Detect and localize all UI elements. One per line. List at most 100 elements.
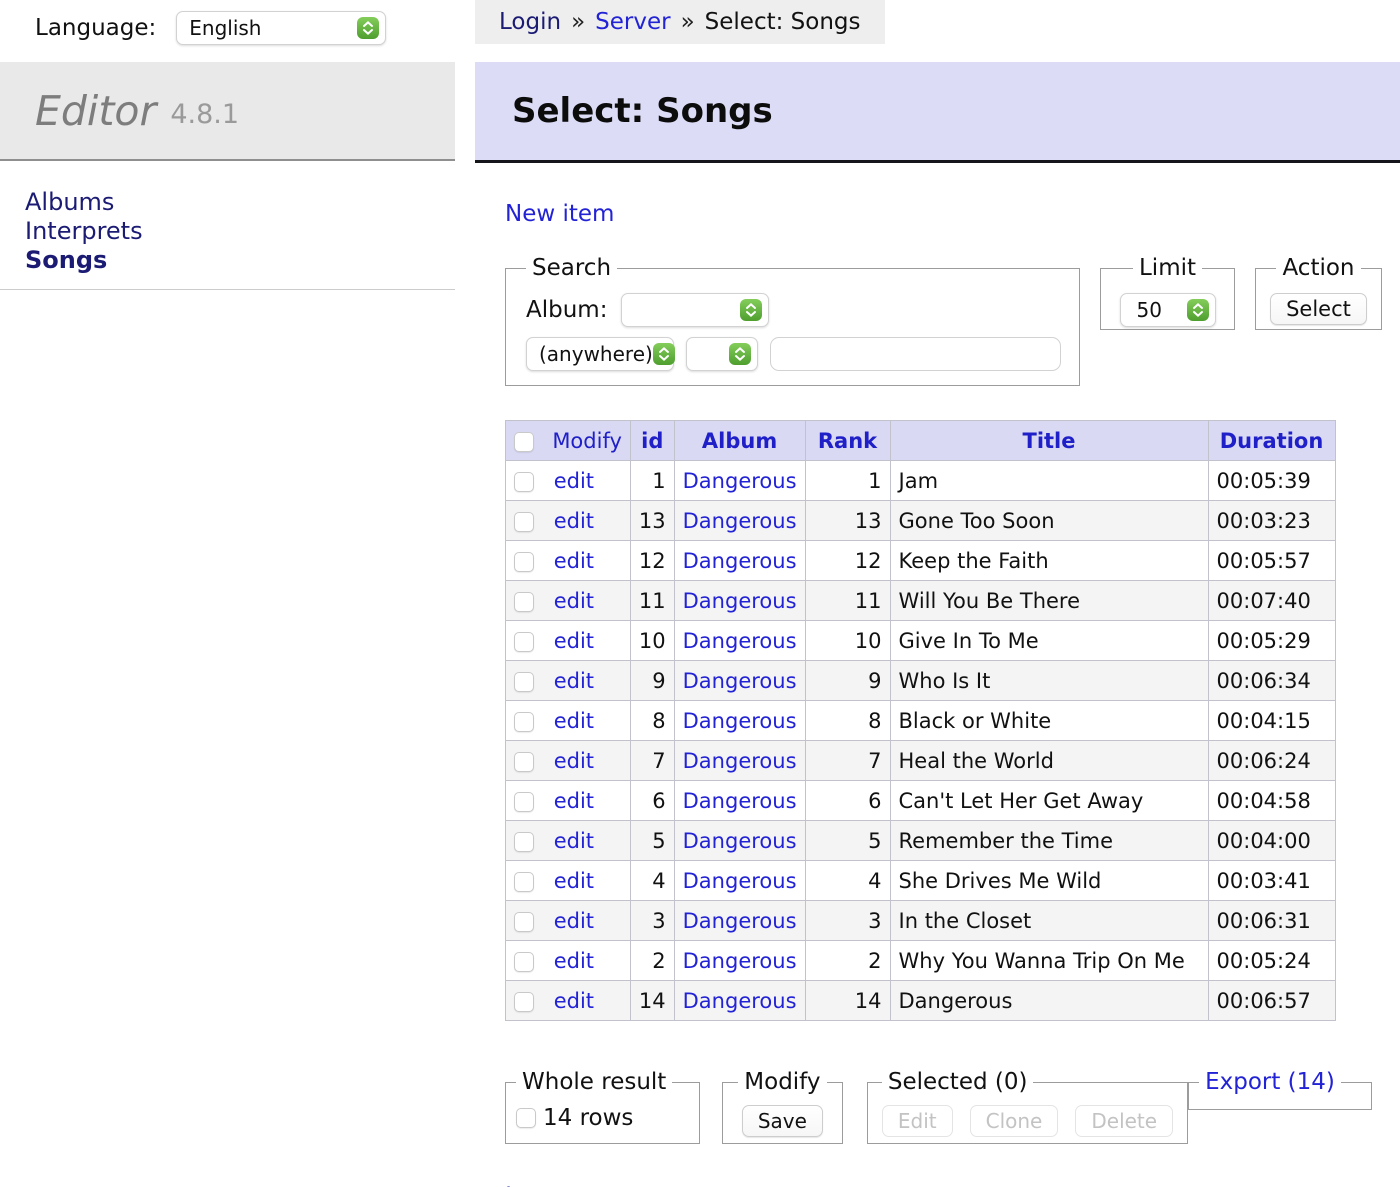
row-select-checkbox[interactable] [514,952,534,972]
duration-cell: 00:07:40 [1208,581,1335,621]
search-column-select[interactable]: (anywhere) [526,337,674,371]
modify-header-cell: Modify [506,421,631,461]
row-select-checkbox[interactable] [514,552,534,572]
select-all-checkbox[interactable] [514,432,534,452]
id-cell: 5 [630,821,674,861]
title-cell: Why You Wanna Trip On Me [890,941,1208,981]
selected-buttons: Edit Clone Delete [882,1105,1173,1137]
edit-link[interactable]: edit [554,829,594,853]
edit-link[interactable]: edit [554,949,594,973]
edit-link[interactable]: edit [554,509,594,533]
modify-header-link[interactable]: Modify [552,429,622,453]
clone-selected-button[interactable]: Clone [970,1105,1059,1137]
id-cell: 14 [630,981,674,1021]
row-select-checkbox[interactable] [514,752,534,772]
delete-selected-button[interactable]: Delete [1075,1105,1173,1137]
edit-link[interactable]: edit [554,989,594,1013]
sidebar-item-albums[interactable]: Albums [25,188,143,217]
breadcrumb-server-link[interactable]: Server [595,9,670,35]
row-select-checkbox[interactable] [514,592,534,612]
rank-cell: 3 [805,901,890,941]
album-link[interactable]: Dangerous [683,749,797,773]
album-column-link[interactable]: Album [702,429,777,453]
edit-link[interactable]: edit [554,749,594,773]
table-row: edit 1 Dangerous 1 Jam 00:05:39 [506,461,1336,501]
whole-result-row: 14 rows [516,1105,689,1131]
title-column-link[interactable]: Title [1023,429,1076,453]
album-filter-select[interactable] [621,293,769,327]
import-link[interactable]: Import [505,1182,585,1187]
row-select-checkbox[interactable] [514,992,534,1012]
edit-link[interactable]: edit [554,469,594,493]
duration-header-cell: Duration [1208,421,1335,461]
rank-header-cell: Rank [805,421,890,461]
row-select-checkbox[interactable] [514,872,534,892]
edit-selected-button[interactable]: Edit [882,1105,953,1137]
row-select-checkbox[interactable] [514,632,534,652]
id-column-link[interactable]: id [641,429,663,453]
row-select-checkbox[interactable] [514,672,534,692]
edit-link[interactable]: edit [554,909,594,933]
edit-link[interactable]: edit [554,589,594,613]
album-link[interactable]: Dangerous [683,509,797,533]
row-select-checkbox[interactable] [514,712,534,732]
app-name: Editor [35,87,156,135]
album-link[interactable]: Dangerous [683,669,797,693]
rank-column-link[interactable]: Rank [818,429,877,453]
search-value-input[interactable] [770,337,1061,371]
album-link[interactable]: Dangerous [683,829,797,853]
row-select-checkbox[interactable] [514,472,534,492]
edit-link[interactable]: edit [554,789,594,813]
sidebar-item-songs[interactable]: Songs [25,246,143,275]
songs-table-body: edit 1 Dangerous 1 Jam 00:05:39 edit 13 … [506,461,1336,1021]
search-column-value: (anywhere) [539,342,653,366]
language-select[interactable]: English [176,11,386,45]
album-label: Album: [526,297,607,323]
new-item-link[interactable]: New item [505,201,614,227]
edit-link[interactable]: edit [554,709,594,733]
duration-column-link[interactable]: Duration [1220,429,1324,453]
album-link[interactable]: Dangerous [683,629,797,653]
album-link[interactable]: Dangerous [683,709,797,733]
album-link[interactable]: Dangerous [683,789,797,813]
search-operator-select[interactable] [686,337,758,371]
duration-cell: 00:03:41 [1208,861,1335,901]
edit-link[interactable]: edit [554,869,594,893]
album-link[interactable]: Dangerous [683,909,797,933]
save-button[interactable]: Save [742,1105,823,1137]
album-cell: Dangerous [674,621,805,661]
title-cell: In the Closet [890,901,1208,941]
album-link[interactable]: Dangerous [683,949,797,973]
album-link[interactable]: Dangerous [683,549,797,573]
album-link[interactable]: Dangerous [683,869,797,893]
whole-result-checkbox[interactable] [516,1108,536,1128]
edit-link[interactable]: edit [554,669,594,693]
sidebar-item-interprets[interactable]: Interprets [25,217,143,246]
row-select-checkbox[interactable] [514,832,534,852]
limit-select[interactable]: 50 [1120,293,1216,327]
duration-cell: 00:04:00 [1208,821,1335,861]
album-cell: Dangerous [674,861,805,901]
edit-link[interactable]: edit [554,629,594,653]
language-label: Language: [35,15,156,41]
title-cell: Will You Be There [890,581,1208,621]
duration-cell: 00:06:57 [1208,981,1335,1021]
row-select-checkbox[interactable] [514,512,534,532]
album-link[interactable]: Dangerous [683,589,797,613]
album-link[interactable]: Dangerous [683,469,797,493]
row-select-checkbox[interactable] [514,792,534,812]
row-select-checkbox[interactable] [514,912,534,932]
id-cell: 12 [630,541,674,581]
breadcrumb-current: Select: Songs [705,9,861,35]
app-version: 4.8.1 [170,91,239,130]
rank-cell: 13 [805,501,890,541]
export-link[interactable]: Export (14) [1205,1069,1335,1095]
edit-link[interactable]: edit [554,549,594,573]
breadcrumb-login-link[interactable]: Login [499,9,561,35]
duration-cell: 00:06:31 [1208,901,1335,941]
album-link[interactable]: Dangerous [683,989,797,1013]
songs-table: Modify id Album Rank Title Duration edit… [505,420,1336,1021]
modify-cell: edit [506,981,631,1021]
select-button[interactable]: Select [1270,293,1367,325]
rank-cell: 7 [805,741,890,781]
